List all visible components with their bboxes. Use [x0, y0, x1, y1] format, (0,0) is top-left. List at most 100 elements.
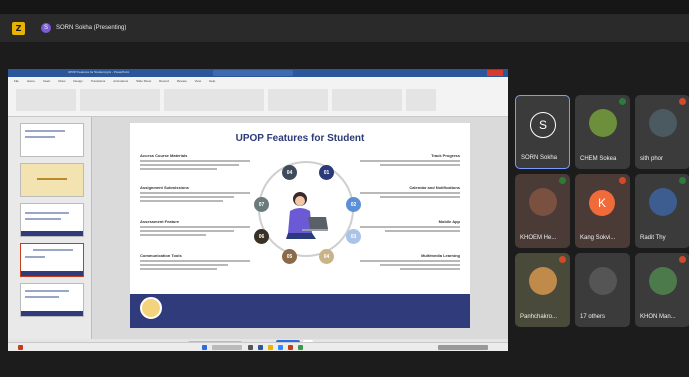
- ribbon-tab-row: File Home Insert Draw Design Transitions Anima…: [14, 79, 215, 85]
- ribbon-tab[interactable]: Review: [177, 79, 187, 85]
- ribbon-group-slides[interactable]: [80, 89, 160, 111]
- feature-number-badge: 05: [282, 249, 297, 264]
- current-slide[interactable]: UPOP Features for Student Access Course …: [130, 123, 470, 328]
- slide-thumbnail[interactable]: [20, 283, 84, 317]
- mic-status-icon: [559, 177, 566, 184]
- participant-name: SORN Sokha: [521, 155, 558, 161]
- ribbon-tab[interactable]: Design: [73, 79, 82, 85]
- powerpoint-ribbon: File Home Insert Draw Design Transitions Anima…: [8, 77, 508, 117]
- ribbon-tab[interactable]: View: [195, 79, 201, 85]
- taskbar-app-icon[interactable]: [258, 345, 263, 350]
- feature-number-badge: 01: [319, 165, 334, 180]
- shared-screen[interactable]: UPOP Features for Student.pptx - PowerPo…: [8, 69, 508, 351]
- participant-tile[interactable]: S SORN Sokha: [515, 95, 570, 169]
- ribbon-group-paragraph[interactable]: [268, 89, 328, 111]
- left-section-2: Assignment Submissions: [140, 185, 250, 202]
- ribbon-tab[interactable]: File: [14, 79, 19, 85]
- right-section-2: Calendar and Notifications: [360, 185, 460, 198]
- ribbon-group-font[interactable]: [164, 89, 264, 111]
- presenting-label[interactable]: SORN Sokha (Presenting): [56, 25, 126, 31]
- ribbon-tab[interactable]: Record: [159, 79, 169, 85]
- participant-photo: [649, 267, 677, 295]
- student-laptop-illustration-icon: [286, 192, 328, 239]
- participant-tile[interactable]: CHEM Sokea: [575, 95, 630, 169]
- mic-status-icon: [619, 98, 626, 105]
- feature-number-badge: 07: [254, 197, 269, 212]
- participant-name: CHEM Sokea: [580, 156, 617, 162]
- participant-name: Panhchakro...: [520, 314, 558, 320]
- participant-tile[interactable]: Panhchakro...: [515, 253, 570, 327]
- system-tray-icon[interactable]: [438, 345, 488, 350]
- ribbon-group-drawing[interactable]: [332, 89, 402, 111]
- ribbon-group-clipboard[interactable]: [16, 89, 76, 111]
- participant-name: Radit Thy: [640, 235, 666, 241]
- mic-status-icon: [679, 98, 686, 105]
- feature-number-badge: 02: [346, 197, 361, 212]
- participant-tile[interactable]: KHON Man...: [635, 253, 689, 327]
- taskbar-app-icon[interactable]: [278, 345, 283, 350]
- participant-avatar: K: [589, 190, 615, 216]
- feature-number-badge: 03: [346, 229, 361, 244]
- participant-tile[interactable]: 17 others: [575, 253, 630, 327]
- powerpoint-record-button[interactable]: [487, 70, 503, 76]
- feature-number-badge: 06: [254, 229, 269, 244]
- feature-number-badge: 04: [282, 165, 297, 180]
- right-section-1: Track Progress: [360, 153, 460, 166]
- taskbar-app-icon[interactable]: [288, 345, 293, 350]
- section-heading: Assessment Feature: [140, 219, 180, 224]
- participant-name: 17 others: [580, 314, 606, 320]
- slide-canvas: UPOP Features for Student Access Course …: [92, 117, 508, 339]
- taskbar-app-icon[interactable]: [248, 345, 253, 350]
- participant-tile[interactable]: Radit Thy: [635, 174, 689, 248]
- meeting-window: Z S SORN Sokha (Presenting) UPOP Feature…: [0, 0, 689, 377]
- app-logo-icon: Z: [12, 21, 25, 35]
- participant-tile[interactable]: KHOEM He...: [515, 174, 570, 248]
- windows-start-icon[interactable]: [202, 345, 207, 350]
- participant-name: Kang Sokvi...: [580, 235, 616, 241]
- mic-status-icon: [619, 177, 626, 184]
- left-section-3: Assessment Feature: [140, 219, 250, 236]
- slide-thumbnail[interactable]: [20, 123, 84, 157]
- section-heading: Multimedia Learning: [421, 253, 460, 258]
- ribbon-tab[interactable]: Animations: [113, 79, 128, 85]
- start-app-icon[interactable]: [18, 345, 23, 350]
- taskbar-app-icon[interactable]: [298, 345, 303, 350]
- section-heading: Communication Tools: [140, 253, 182, 258]
- participant-tile[interactable]: sith phor: [635, 95, 689, 169]
- slide-title: UPOP Features for Student: [235, 133, 365, 144]
- slide-thumbnail-active[interactable]: [20, 243, 84, 277]
- ribbon-tab[interactable]: Help: [209, 79, 215, 85]
- ribbon-tab[interactable]: Slide Show: [136, 79, 151, 85]
- ribbon-group-editing[interactable]: [406, 89, 436, 111]
- university-seal-icon: [140, 297, 162, 319]
- ribbon-tab[interactable]: Insert: [43, 79, 51, 85]
- powerpoint-search-box[interactable]: [213, 70, 293, 76]
- participant-photo: [529, 267, 557, 295]
- slide-thumbnail[interactable]: [20, 203, 84, 237]
- participant-photo: [529, 188, 557, 216]
- section-heading: Access Course Materials: [140, 153, 188, 158]
- participant-name: KHOEM He...: [520, 235, 557, 241]
- participant-photo: [589, 109, 617, 137]
- taskbar-app-icon[interactable]: [268, 345, 273, 350]
- meeting-top-bar: Z S SORN Sokha (Presenting): [0, 14, 689, 42]
- slide-footer-band: [130, 294, 470, 328]
- slide-thumbnail[interactable]: [20, 163, 84, 197]
- participant-avatar: S: [530, 112, 556, 138]
- participant-photo: [649, 188, 677, 216]
- top-shade: [0, 0, 689, 14]
- feature-number-badge: 04: [319, 249, 334, 264]
- sharer-avatar: S: [41, 23, 51, 33]
- section-heading: Mobile App: [438, 219, 460, 224]
- ribbon-tab[interactable]: Home: [27, 79, 35, 85]
- left-section-4: Communication Tools: [140, 253, 250, 270]
- participant-name: sith phor: [640, 156, 664, 162]
- powerpoint-window-title: UPOP Features for Student.pptx - PowerPo…: [68, 70, 130, 74]
- powerpoint-title-bar: UPOP Features for Student.pptx - PowerPo…: [8, 69, 508, 77]
- participant-tile[interactable]: K Kang Sokvi...: [575, 174, 630, 248]
- mic-status-icon: [679, 256, 686, 263]
- ribbon-tab[interactable]: Draw: [58, 79, 65, 85]
- participant-name: KHON Man...: [640, 314, 676, 320]
- ribbon-tab[interactable]: Transitions: [91, 79, 106, 85]
- taskbar-search-icon[interactable]: [212, 345, 242, 350]
